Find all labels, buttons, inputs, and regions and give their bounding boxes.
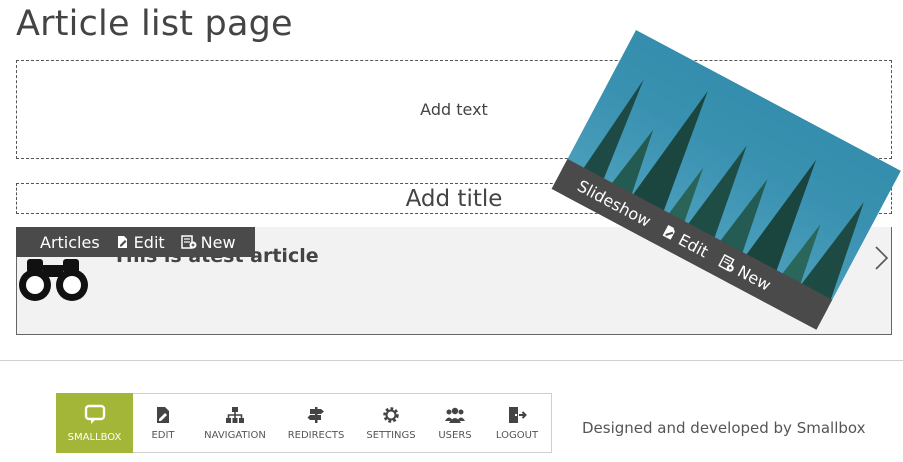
cms-users-label: USERS — [438, 429, 472, 441]
cms-edit-button[interactable]: EDIT — [133, 394, 193, 452]
slideshow-new-label: New — [734, 261, 775, 295]
sitemap-icon — [226, 406, 244, 423]
add-title-placeholder: Add title — [405, 185, 503, 212]
smallbox-button[interactable]: SMALLBOX — [56, 393, 133, 453]
edit-icon — [117, 236, 127, 248]
slideshow-edit-label: Edit — [675, 229, 712, 261]
chevron-right-icon[interactable] — [873, 245, 889, 271]
new-document-icon — [180, 235, 197, 249]
footer-divider — [0, 360, 903, 361]
cms-navigation-label: NAVIGATION — [204, 429, 266, 441]
cms-toolbar: SMALLBOX EDIT NAVIGATION REDIRECTS SETTI… — [56, 393, 552, 453]
cms-redirects-button[interactable]: REDIRECTS — [277, 394, 355, 452]
edit-icon — [662, 225, 676, 240]
article-new-label: New — [200, 232, 236, 252]
cms-logout-button[interactable]: LOGOUT — [483, 394, 551, 452]
cms-users-button[interactable]: USERS — [427, 394, 483, 452]
users-icon — [445, 407, 465, 423]
gear-icon — [383, 406, 399, 423]
article-edit-label: Edit — [133, 232, 165, 252]
edit-icon — [157, 406, 169, 423]
signpost-icon — [307, 406, 324, 423]
chat-bubble-icon — [84, 404, 105, 424]
binoculars-icon — [19, 259, 88, 301]
smallbox-label: SMALLBOX — [67, 431, 122, 443]
cms-navigation-button[interactable]: NAVIGATION — [193, 394, 277, 452]
add-text-placeholder: Add text — [420, 100, 488, 119]
articles-button[interactable]: Articles — [40, 233, 100, 252]
footer-credits: Designed and developed by Smallbox — [582, 419, 866, 437]
cms-settings-button[interactable]: SETTINGS — [355, 394, 427, 452]
article-new-button[interactable]: New — [180, 232, 236, 252]
cms-edit-label: EDIT — [151, 429, 175, 441]
logout-icon — [509, 406, 527, 423]
page-title: Article list page — [16, 4, 293, 44]
article-edit-button[interactable]: Edit — [116, 233, 165, 252]
cms-redirects-label: REDIRECTS — [287, 429, 345, 441]
new-document-icon — [718, 254, 735, 272]
cms-logout-label: LOGOUT — [495, 429, 539, 441]
article-toolbar: Articles Edit New — [16, 227, 255, 257]
cms-settings-label: SETTINGS — [366, 429, 416, 441]
